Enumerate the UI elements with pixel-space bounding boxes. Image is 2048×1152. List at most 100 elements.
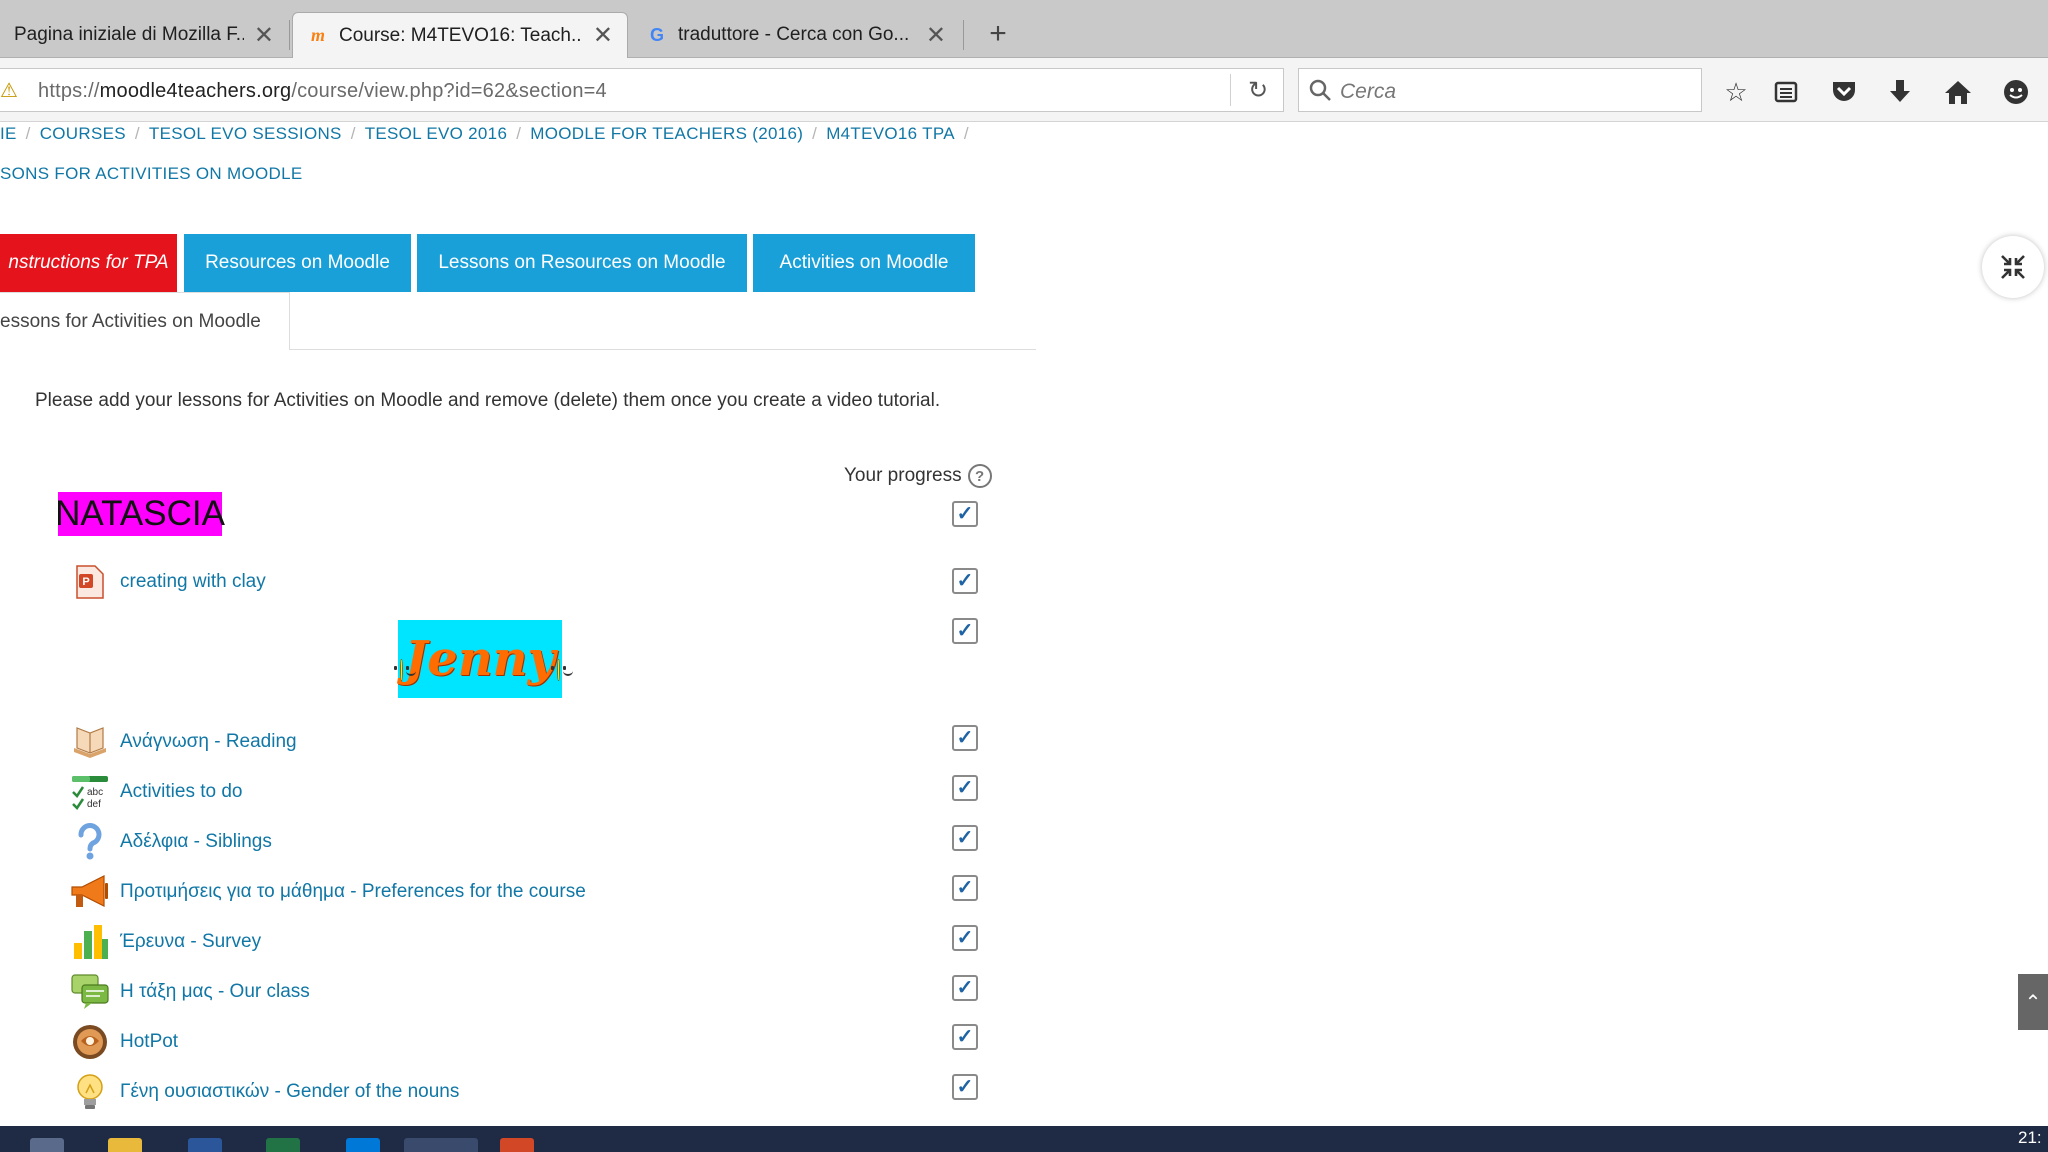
completion-checkbox[interactable]: ✓ bbox=[952, 501, 978, 527]
url-path: /course/view.php?id=62&section=4 bbox=[291, 80, 607, 102]
tab-title: Course: M4TEVO16: Teach... bbox=[339, 24, 583, 46]
svg-text:P: P bbox=[82, 576, 89, 588]
tab-instructions-for-tpa[interactable]: nstructions for TPA bbox=[0, 234, 177, 292]
breadcrumb-item-tesol-evo-sessions[interactable]: TESOL EVO SESSIONS bbox=[149, 124, 342, 143]
reload-icon[interactable]: ↻ bbox=[1244, 76, 1272, 104]
activity-link[interactable]: Ανάγνωση - Reading bbox=[120, 731, 297, 753]
breadcrumb-item-home[interactable]: IE bbox=[0, 124, 17, 143]
activity-link[interactable]: Προτιμήσεις για το μάθημα - Preferences … bbox=[120, 881, 586, 903]
completion-checkbox[interactable]: ✓ bbox=[952, 725, 978, 751]
label-natascia: NATASCIA bbox=[55, 492, 225, 536]
svg-text:abc: abc bbox=[87, 787, 103, 798]
completion-checkbox[interactable]: ✓ bbox=[952, 925, 978, 951]
warning-lock-icon[interactable]: ⚠ bbox=[0, 78, 24, 102]
activity-link[interactable]: Γένη ουσιαστικών - Gender of the nouns bbox=[120, 1081, 459, 1103]
activity-item[interactable]: Προτιμήσεις για το μάθημα - Preferences … bbox=[70, 872, 586, 912]
download-icon[interactable] bbox=[1882, 74, 1918, 110]
activity-link[interactable]: Έρευνα - Survey bbox=[120, 931, 261, 953]
windows-taskbar bbox=[0, 1126, 2048, 1152]
home-icon[interactable] bbox=[1940, 74, 1976, 110]
activity-item[interactable]: Αδέλφια - Siblings bbox=[70, 822, 272, 862]
activity-item[interactable]: Έρευνα - Survey bbox=[70, 922, 261, 962]
url-divider bbox=[1230, 74, 1231, 106]
url-text[interactable]: https://moodle4teachers.org/course/view.… bbox=[38, 80, 607, 103]
back-to-top-button[interactable]: ⌃ bbox=[2018, 974, 2048, 1030]
activity-item[interactable]: P creating with clay bbox=[70, 562, 266, 602]
new-tab-button[interactable]: + bbox=[978, 14, 1018, 54]
word-icon[interactable] bbox=[188, 1138, 222, 1152]
pocket-icon[interactable] bbox=[1826, 74, 1862, 110]
help-icon[interactable]: ? bbox=[967, 464, 992, 488]
completion-checkbox[interactable]: ✓ bbox=[952, 825, 978, 851]
tab-lessons-on-resources[interactable]: Lessons on Resources on Moodle bbox=[417, 234, 747, 292]
start-icon[interactable] bbox=[30, 1138, 64, 1152]
breadcrumb-separator: / bbox=[963, 124, 969, 143]
breadcrumb-separator: / bbox=[134, 124, 140, 143]
tab-activities-on-moodle[interactable]: Activities on Moodle bbox=[753, 234, 975, 292]
smiley-icon bbox=[394, 659, 416, 681]
fullscreen-collapse-button[interactable] bbox=[1982, 236, 2044, 298]
breadcrumb-separator: / bbox=[812, 124, 818, 143]
tab-separator bbox=[289, 20, 290, 50]
activity-item[interactable]: Ανάγνωση - Reading bbox=[70, 722, 297, 762]
browser-tab-firefox-home[interactable]: Pagina iniziale di Mozilla F... ✕ bbox=[0, 12, 288, 58]
browser-tab-google[interactable]: G traduttore - Cerca con Go... ✕ bbox=[632, 12, 960, 58]
breadcrumb-item-moodle-for-teachers[interactable]: MOODLE FOR TEACHERS (2016) bbox=[530, 124, 803, 143]
checklist-icon: abc def bbox=[70, 772, 110, 812]
chat-smiley-icon[interactable] bbox=[1998, 74, 2034, 110]
excel-icon[interactable] bbox=[266, 1138, 300, 1152]
firefox-app-icon[interactable] bbox=[404, 1138, 478, 1152]
tab-divider-line bbox=[290, 349, 1036, 350]
completion-checkbox[interactable]: ✓ bbox=[952, 875, 978, 901]
activity-item[interactable]: Γένη ουσιαστικών - Gender of the nouns bbox=[70, 1072, 459, 1112]
activity-link[interactable]: Η τάξη μας - Our class bbox=[120, 981, 310, 1003]
completion-checkbox[interactable]: ✓ bbox=[952, 1024, 978, 1050]
close-icon[interactable]: ✕ bbox=[926, 21, 946, 50]
browser-app-icon[interactable] bbox=[346, 1138, 380, 1152]
browser-tab-course[interactable]: m Course: M4TEVO16: Teach... ✕ bbox=[292, 12, 628, 58]
completion-checkbox[interactable]: ✓ bbox=[952, 1074, 978, 1100]
powerpoint-app-icon[interactable] bbox=[500, 1138, 534, 1152]
question-icon bbox=[70, 822, 110, 862]
moodle-icon: m bbox=[310, 25, 325, 45]
close-icon[interactable]: ✕ bbox=[254, 21, 274, 50]
completion-checkbox[interactable]: ✓ bbox=[952, 975, 978, 1001]
survey-chart-icon bbox=[70, 922, 110, 962]
completion-checkbox[interactable]: ✓ bbox=[952, 618, 978, 644]
breadcrumb-separator: / bbox=[25, 124, 31, 143]
search-icon bbox=[1309, 79, 1331, 101]
breadcrumb-item-current[interactable]: SONS FOR ACTIVITIES ON MOODLE bbox=[0, 164, 302, 184]
feedback-megaphone-icon bbox=[70, 872, 110, 912]
forum-icon bbox=[70, 972, 110, 1012]
url-domain: moodle4teachers.org bbox=[99, 80, 292, 102]
svg-text:def: def bbox=[87, 799, 101, 810]
breadcrumb-item-m4tevo16-tpa[interactable]: M4TEVO16 TPA bbox=[826, 124, 955, 143]
search-placeholder: Cerca bbox=[1340, 80, 1397, 103]
tab-title: Pagina iniziale di Mozilla F... bbox=[14, 24, 244, 45]
activity-link[interactable]: Αδέλφια - Siblings bbox=[120, 831, 272, 853]
reading-list-icon[interactable] bbox=[1768, 74, 1804, 110]
lightbulb-icon bbox=[70, 1072, 110, 1112]
completion-checkbox[interactable]: ✓ bbox=[952, 775, 978, 801]
breadcrumb-separator: / bbox=[350, 124, 356, 143]
breadcrumb: IE / COURSES / TESOL EVO SESSIONS / TESOL EVO … bbox=[0, 124, 978, 148]
breadcrumb-item-tesol-evo-2016[interactable]: TESOL EVO 2016 bbox=[365, 124, 507, 143]
hotpot-icon bbox=[70, 1022, 110, 1062]
breadcrumb-item-courses[interactable]: COURSES bbox=[40, 124, 126, 143]
file-explorer-icon[interactable] bbox=[108, 1138, 142, 1152]
activity-item[interactable]: abc def Activities to do bbox=[70, 772, 243, 812]
jenny-text: Jenny bbox=[404, 631, 556, 687]
activity-link[interactable]: creating with clay bbox=[120, 571, 266, 593]
progress-header: Your progress ? bbox=[844, 464, 992, 488]
lesson-icon bbox=[70, 722, 110, 762]
tab-lessons-for-activities[interactable]: essons for Activities on Moodle bbox=[0, 292, 290, 350]
close-icon[interactable]: ✕ bbox=[593, 21, 613, 50]
tab-resources-on-moodle[interactable]: Resources on Moodle bbox=[184, 234, 411, 292]
completion-checkbox[interactable]: ✓ bbox=[952, 568, 978, 594]
activity-item[interactable]: HotPot bbox=[70, 1022, 178, 1062]
activity-link[interactable]: HotPot bbox=[120, 1031, 178, 1053]
activity-link[interactable]: Activities to do bbox=[120, 781, 243, 803]
tab-separator bbox=[963, 20, 964, 50]
bookmark-star-icon[interactable]: ☆ bbox=[1718, 74, 1754, 110]
activity-item[interactable]: Η τάξη μας - Our class bbox=[70, 972, 310, 1012]
